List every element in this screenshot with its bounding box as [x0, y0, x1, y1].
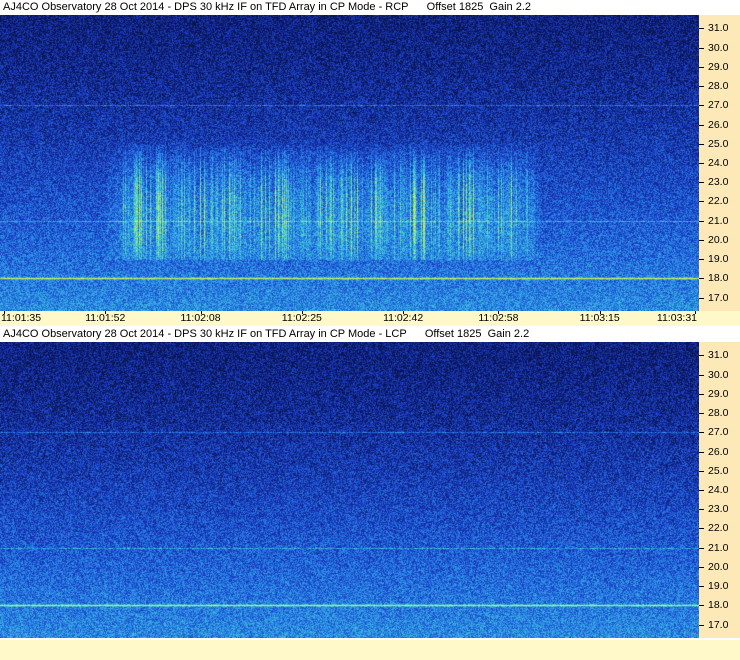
freq-tick [699, 393, 704, 395]
freq-tick-label: 31.0 [708, 22, 729, 35]
rcp-title: AJ4CO Observatory 28 Oct 2014 - DPS 30 k… [0, 0, 740, 15]
freq-tick-label: 27.0 [708, 99, 729, 112]
freq-tick-label: 30.0 [708, 41, 729, 54]
freq-tick-label: 22.0 [708, 522, 729, 535]
freq-tick [699, 86, 704, 88]
freq-tick-label: 19.0 [708, 253, 729, 266]
freq-tick-label: 20.0 [708, 233, 729, 246]
freq-tick-label: 30.0 [708, 368, 729, 381]
freq-tick-label: 29.0 [708, 60, 729, 73]
freq-tick [699, 239, 704, 241]
time-tick-label: 11:02:08 [180, 312, 221, 324]
lcp-time-axis [0, 640, 740, 660]
freq-tick [699, 451, 704, 453]
freq-tick [699, 470, 704, 472]
freq-tick-label: 27.0 [708, 426, 729, 439]
freq-tick [699, 624, 704, 626]
freq-tick [699, 124, 704, 126]
freq-tick-label: 21.0 [708, 541, 729, 554]
rcp-spectrogram-canvas [0, 15, 699, 311]
freq-tick-label: 20.0 [708, 560, 729, 573]
freq-tick-label: 31.0 [708, 349, 729, 362]
freq-tick [699, 355, 704, 357]
freq-tick-label: 23.0 [708, 503, 729, 516]
freq-tick-label: 17.0 [708, 618, 729, 631]
freq-tick [699, 432, 704, 434]
lcp-title: AJ4CO Observatory 28 Oct 2014 - DPS 30 k… [0, 327, 740, 342]
freq-tick-label: 29.0 [708, 387, 729, 400]
freq-tick [699, 528, 704, 530]
freq-tick [699, 259, 704, 261]
freq-tick [699, 47, 704, 49]
time-tick-label: 11:02:42 [383, 312, 424, 324]
lcp-spectrogram [0, 342, 699, 638]
freq-tick [699, 28, 704, 30]
freq-tick-label: 28.0 [708, 80, 729, 93]
freq-tick-label: 19.0 [708, 580, 729, 593]
time-tick-label: 11:02:58 [478, 312, 519, 324]
freq-tick-label: 26.0 [708, 445, 729, 458]
time-tick-label: 11:03:31 [656, 312, 697, 324]
freq-tick-label: 18.0 [708, 272, 729, 285]
freq-tick [699, 220, 704, 222]
freq-tick-label: 18.0 [708, 599, 729, 612]
freq-tick [699, 413, 704, 415]
freq-tick [699, 547, 704, 549]
freq-tick [699, 490, 704, 491]
freq-tick-label: 28.0 [708, 407, 729, 420]
time-tick-label: 11:03:15 [579, 312, 620, 324]
freq-tick-label: 23.0 [708, 176, 729, 189]
freq-tick-label: 25.0 [708, 137, 729, 150]
freq-tick [699, 605, 704, 607]
lcp-frequency-axis: 31.0 30.0 29.0 28.0 27.0 26.0 25.0 24.0 23.0 22.0… [699, 342, 740, 638]
rcp-spectrogram [0, 15, 699, 311]
freq-tick-label: 22.0 [708, 195, 729, 208]
freq-tick [699, 566, 704, 568]
time-tick-label: 11:02:25 [281, 312, 322, 324]
freq-tick [699, 143, 704, 145]
rcp-time-axis: 11:01:35 11:01:52 11:02:08 11:02:25 11:02:42… [0, 311, 740, 326]
freq-tick [699, 374, 704, 376]
freq-tick [699, 201, 704, 203]
freq-tick [699, 182, 704, 184]
time-tick-label: 11:01:52 [85, 312, 126, 324]
freq-tick [699, 586, 704, 588]
freq-tick-label: 24.0 [708, 157, 729, 169]
freq-tick [699, 105, 704, 107]
freq-tick-label: 26.0 [708, 118, 729, 131]
freq-tick [699, 278, 704, 280]
freq-tick-label: 25.0 [708, 464, 729, 477]
freq-tick [699, 297, 704, 299]
freq-tick-label: 21.0 [708, 214, 729, 227]
freq-tick-label: 24.0 [708, 484, 729, 496]
lcp-spectrogram-canvas [0, 342, 699, 638]
rcp-frequency-axis: 31.0 30.0 29.0 28.0 27.0 26.0 25.0 24.0 23.0 22.0… [699, 15, 740, 311]
freq-tick [699, 509, 704, 511]
freq-tick-label: 17.0 [708, 291, 729, 304]
time-tick-label: 11:01:35 [1, 312, 42, 324]
freq-tick [699, 163, 704, 164]
freq-tick [699, 66, 704, 68]
